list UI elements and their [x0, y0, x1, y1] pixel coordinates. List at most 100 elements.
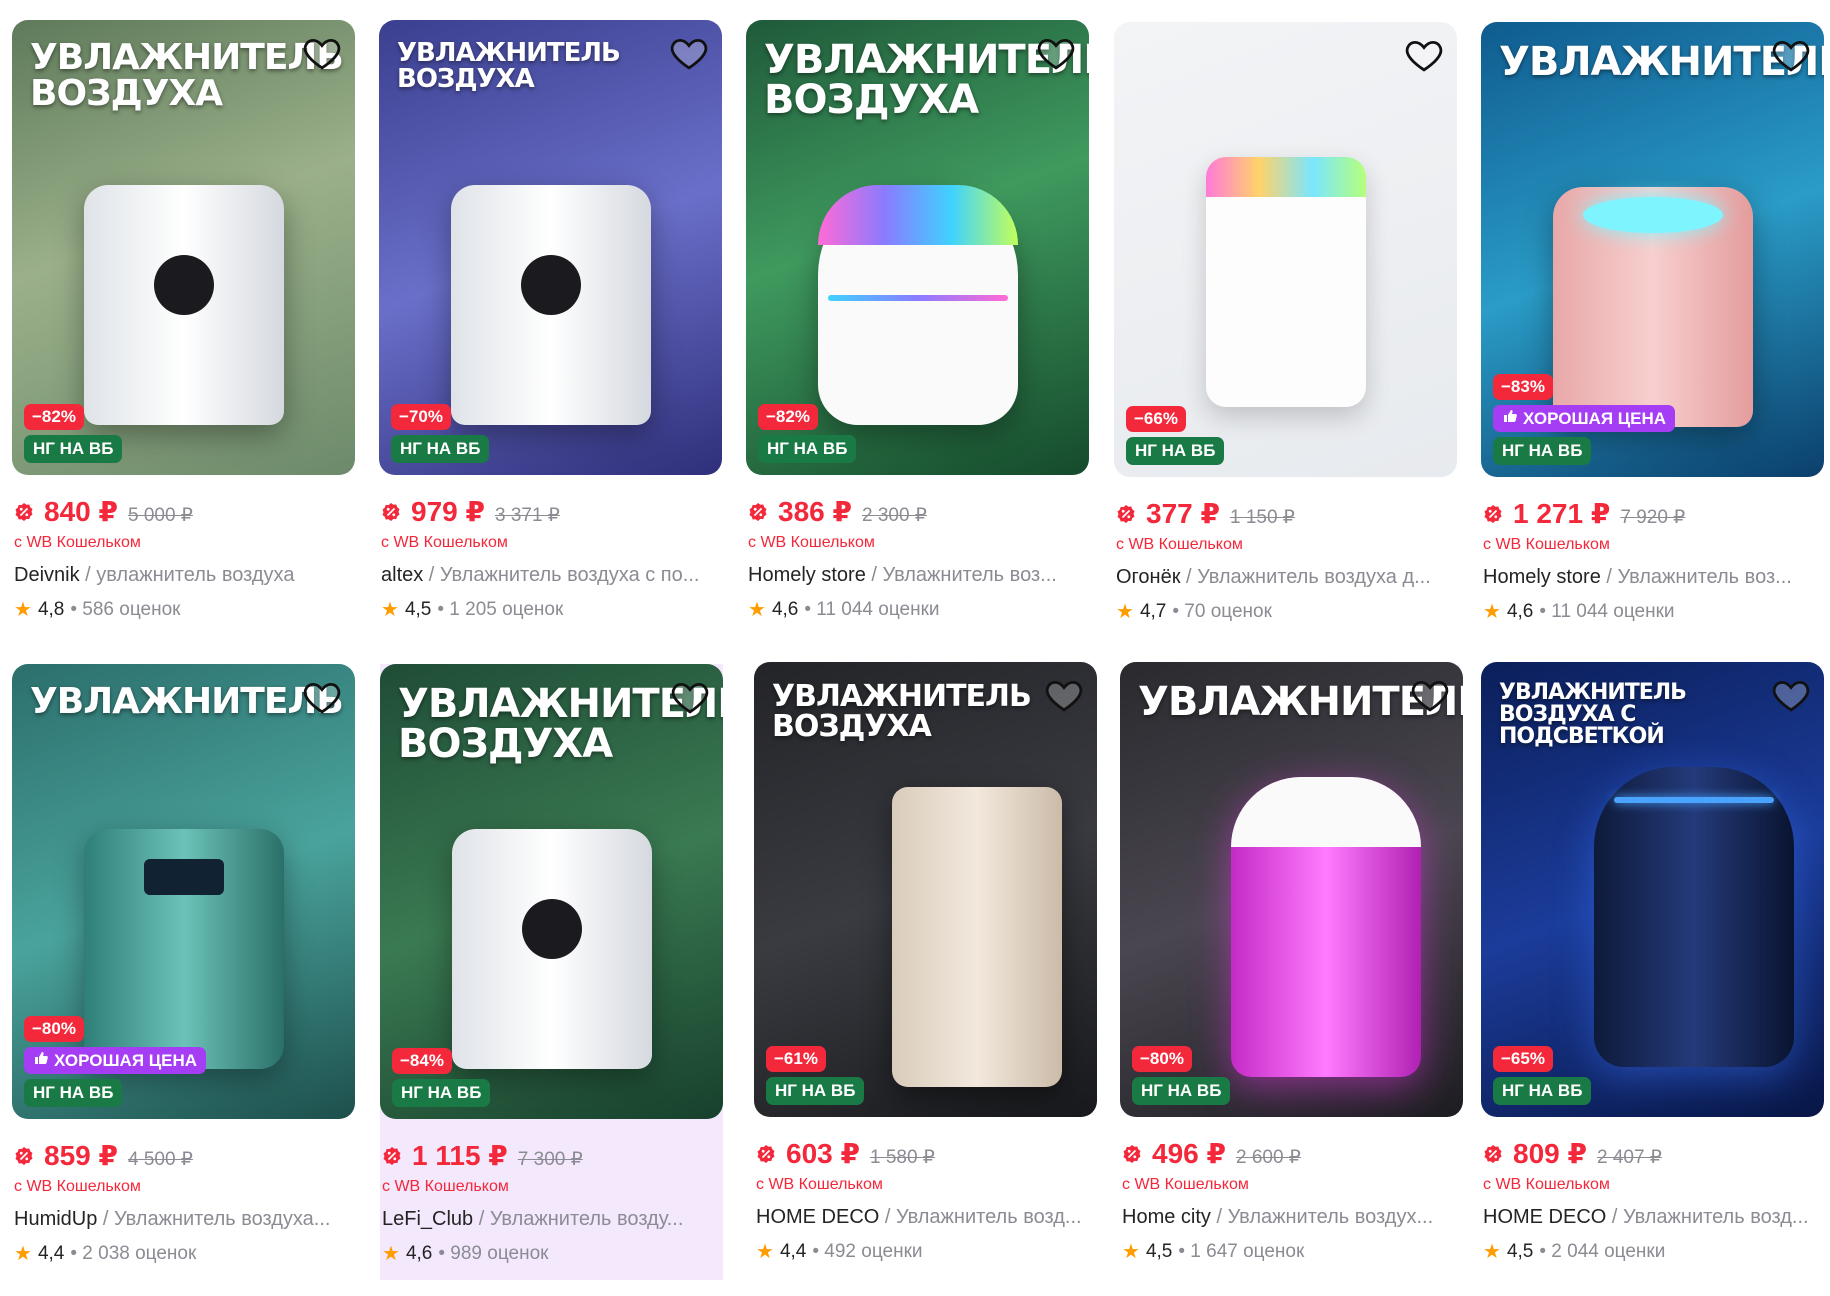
brand-name: Home city	[1122, 1206, 1211, 1228]
product-image[interactable]: УВЛАЖНИТЕЛЬ ВОЗДУХА −70% НГ НА ВБ	[379, 20, 722, 475]
rating-value: 4,5	[404, 598, 432, 620]
review-count: • 1 205 оценок	[437, 598, 564, 620]
ng-badge: НГ НА ВБ	[391, 435, 490, 463]
product-name: Увлажнитель воздух...	[1227, 1206, 1434, 1228]
wallet-note: с WB Кошельком	[1483, 1176, 1610, 1193]
price: 859 ₽	[44, 1140, 118, 1171]
star-icon: ★	[14, 1243, 32, 1265]
discount-badge: −61%	[766, 1046, 826, 1072]
product-card[interactable]: УВЛАЖНИТЕЛЬ ВОЗДУХА −70% НГ НА ВБ 979 ₽ 3 37…	[379, 20, 722, 622]
rating-value: 4,6	[405, 1242, 433, 1264]
heart-icon[interactable]	[668, 32, 710, 74]
review-count: • 586 оценок	[70, 598, 181, 620]
product-image[interactable]: УВЛАЖНИТЕЛЬ ВОЗДУХА С ПОДСВЕТКОЙ −65% НГ Н…	[1481, 662, 1824, 1117]
star-icon: ★	[1122, 1241, 1140, 1263]
product-card[interactable]: УВЛАЖНИТЕЛЬ −83% ХОРОШАЯ ЦЕНА НГ НА ВБ 1 271…	[1481, 22, 1824, 624]
product-card[interactable]: УВЛАЖНИТЕЛЬ −80% ХОРОШАЯ ЦЕНА НГ НА ВБ 859 ₽…	[12, 664, 355, 1266]
ng-badge: НГ НА ВБ	[1132, 1077, 1231, 1105]
ng-badge: НГ НА ВБ	[24, 1079, 123, 1107]
product-info: 377 ₽ 1 150 ₽ с WB Кошельком Огонёк / Увлаж…	[1114, 477, 1457, 624]
rating-value: 4,8	[37, 598, 65, 620]
product-card[interactable]: УВЛАЖНИТЕЛЬ воздуха −82% НГ НА ВБ 386 ₽ 2 30…	[746, 20, 1089, 622]
review-count: • 2 044 оценки	[1539, 1240, 1666, 1262]
product-image[interactable]: −66% НГ НА ВБ	[1114, 22, 1457, 477]
ng-badge: НГ НА ВБ	[1126, 437, 1225, 465]
product-card[interactable]: УВЛАЖНИТЕЛЬ ВОЗДУХА −82% НГ НА ВБ 840 ₽ 5 00…	[12, 20, 355, 622]
product-card[interactable]: УВЛАЖНИТЕЛЬ ВОЗДУХА С ПОДСВЕТКОЙ −65% НГ Н…	[1481, 662, 1824, 1264]
brand-name: HumidUp	[14, 1208, 98, 1230]
review-count: • 1 647 оценок	[1178, 1240, 1305, 1262]
title-separator: /	[97, 1208, 115, 1230]
star-icon: ★	[756, 1241, 774, 1263]
badges: −82% НГ НА ВБ	[24, 404, 123, 463]
product-photo	[1230, 777, 1421, 1077]
product-title[interactable]: altex / Увлажнитель воздуха с по...	[381, 564, 720, 587]
product-title[interactable]: Homely store / Увлажнитель воз...	[1483, 566, 1822, 589]
product-title[interactable]: LeFi_Club / Увлажнитель возду...	[382, 1208, 721, 1231]
product-photo	[1205, 157, 1366, 407]
product-card[interactable]: −66% НГ НА ВБ 377 ₽ 1 150 ₽ с WB Кошельком Ог…	[1114, 22, 1457, 624]
badges: −82% НГ НА ВБ	[758, 404, 857, 463]
heart-icon[interactable]	[669, 676, 711, 718]
star-icon: ★	[382, 1243, 400, 1265]
product-name: Увлажнитель воздуха с по...	[439, 564, 700, 586]
heart-icon[interactable]	[1770, 674, 1812, 716]
price: 840 ₽	[44, 496, 118, 527]
product-image[interactable]: УВЛАЖНИТЕЛЬ −83% ХОРОШАЯ ЦЕНА НГ НА ВБ	[1481, 22, 1824, 477]
rating-value: 4,6	[771, 598, 799, 620]
heart-icon[interactable]	[301, 676, 343, 718]
heart-icon[interactable]	[1403, 34, 1445, 76]
heart-icon[interactable]	[1770, 34, 1812, 76]
product-image[interactable]: УВЛАЖНИТЕЛЬ ВОЗДУХА −84% НГ НА ВБ	[380, 664, 723, 1119]
rating-row: ★ 4,4 • 492 оценки	[756, 1239, 1095, 1264]
product-card[interactable]: УВЛАЖНИТЕЛЬ −80% НГ НА ВБ 496 ₽ 2 600 ₽ с WB …	[1120, 662, 1463, 1264]
product-image[interactable]: УВЛАЖНИТЕЛЬ −80% ХОРОШАЯ ЦЕНА НГ НА ВБ	[12, 664, 355, 1119]
product-title[interactable]: Homely store / Увлажнитель воз...	[748, 564, 1087, 587]
product-card[interactable]: УВЛАЖНИТЕЛЬ ВОЗДУХА −61% НГ НА ВБ 603 ₽ 1 58…	[754, 662, 1097, 1264]
brand-name: HOME DECO	[1483, 1206, 1607, 1228]
price-row: 1 271 ₽ 7 920 ₽	[1483, 497, 1822, 530]
product-title[interactable]: Home city / Увлажнитель воздух...	[1122, 1206, 1461, 1229]
heart-icon[interactable]	[1409, 674, 1451, 716]
product-title[interactable]: Огонёк / Увлажнитель воздуха д...	[1116, 566, 1455, 589]
product-name: Увлажнитель возд...	[1623, 1206, 1809, 1228]
ng-badge: НГ НА ВБ	[1493, 1077, 1592, 1105]
heart-icon[interactable]	[1043, 674, 1085, 716]
discount-badge: −83%	[1493, 374, 1553, 400]
product-image[interactable]: УВЛАЖНИТЕЛЬ воздуха −82% НГ НА ВБ	[746, 20, 1089, 475]
heart-icon[interactable]	[301, 32, 343, 74]
old-price: 2 407 ₽	[1596, 1147, 1662, 1168]
product-title[interactable]: HumidUp / Увлажнитель воздуха...	[14, 1208, 353, 1231]
rating-row: ★ 4,5 • 1 205 оценок	[381, 597, 720, 622]
product-info: 859 ₽ 4 500 ₽ с WB Кошельком HumidUp / Увла…	[12, 1119, 355, 1266]
product-image[interactable]: УВЛАЖНИТЕЛЬ −80% НГ НА ВБ	[1120, 662, 1463, 1117]
brand-name: HOME DECO	[756, 1206, 880, 1228]
rating-row: ★ 4,7 • 70 оценок	[1116, 599, 1455, 624]
brand-name: LeFi_Club	[382, 1208, 474, 1230]
rating-row: ★ 4,6 • 11 044 оценки	[1483, 599, 1822, 624]
product-info: 386 ₽ 2 300 ₽ с WB Кошельком Homely store /…	[746, 475, 1089, 622]
review-count: • 70 оценок	[1172, 600, 1272, 622]
wallet-discount-icon	[14, 1146, 34, 1166]
brand-name: Deivnik	[14, 564, 80, 586]
product-name: Увлажнитель возду...	[489, 1208, 684, 1230]
product-grid: УВЛАЖНИТЕЛЬ ВОЗДУХА −82% НГ НА ВБ 840 ₽ 5 00…	[0, 0, 1830, 1296]
product-title[interactable]: Deivnik / увлажнитель воздуха	[14, 564, 353, 587]
badges: −83% ХОРОШАЯ ЦЕНА НГ НА ВБ	[1493, 374, 1676, 465]
product-name: увлажнитель воздуха	[96, 564, 295, 586]
product-image[interactable]: УВЛАЖНИТЕЛЬ ВОЗДУХА −82% НГ НА ВБ	[12, 20, 355, 475]
heart-icon[interactable]	[1035, 32, 1077, 74]
old-price: 4 500 ₽	[127, 1149, 193, 1170]
ng-badge: НГ НА ВБ	[758, 435, 857, 463]
product-title[interactable]: HOME DECO / Увлажнитель возд...	[1483, 1206, 1822, 1229]
product-title[interactable]: HOME DECO / Увлажнитель возд...	[756, 1206, 1095, 1229]
old-price: 2 300 ₽	[861, 505, 927, 526]
price-row: 603 ₽ 1 580 ₽	[756, 1137, 1095, 1170]
review-count: • 2 038 оценок	[70, 1242, 197, 1264]
old-price: 7 920 ₽	[1620, 507, 1686, 528]
discount-badge: −66%	[1126, 406, 1186, 432]
product-card[interactable]: УВЛАЖНИТЕЛЬ ВОЗДУХА −84% НГ НА ВБ 1 115 ₽ 7 …	[380, 664, 723, 1280]
product-info: 809 ₽ 2 407 ₽ с WB Кошельком HOME DECO / Ув…	[1481, 1117, 1824, 1264]
product-image[interactable]: УВЛАЖНИТЕЛЬ ВОЗДУХА −61% НГ НА ВБ	[754, 662, 1097, 1117]
title-separator: /	[1606, 1206, 1624, 1228]
